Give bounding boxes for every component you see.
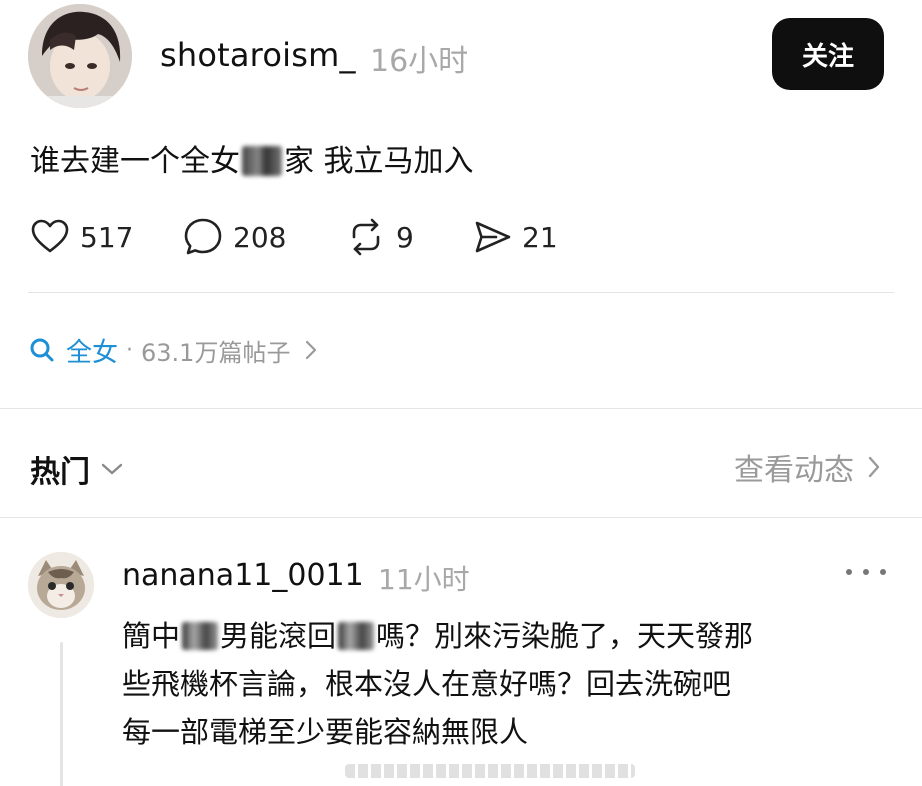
speech-bubble-icon [184,218,222,255]
reply-text-segment: 男能滾回 [220,619,337,653]
repost-count: 9 [396,220,414,254]
post-text: 谁去建一个全女 家 我立马加入 [30,136,474,180]
share-button[interactable]: 21 [470,212,558,262]
post-time: 16小时 [370,44,469,79]
sort-dropdown[interactable]: 热门 [30,447,124,491]
post-username[interactable]: shotaroism_ [160,36,356,74]
chevron-down-icon [101,463,123,475]
chevron-right-icon [868,456,880,478]
reply-item: nanana11_0011 11小时 簡中 男能滾回 嗎？別來污染脆了，天天發那 些… [0,518,922,786]
post-text-start: 谁去建一个全女 [30,144,240,179]
reply-username[interactable]: nanana11_0011 [122,558,364,593]
action-bar: 517 208 9 21 [28,212,888,262]
search-icon [30,338,54,362]
post-text-end: 家 我立马加入 [284,144,474,179]
more-options-button[interactable] [846,562,886,582]
more-dots-icon [863,569,869,575]
like-count: 517 [80,220,134,254]
topic-link[interactable]: 全女 · 63.1万篇帖子 [28,330,318,370]
topic-name: 全女 [66,337,119,368]
repost-icon [352,218,380,256]
reply-text-segment: 嗎？別來污染脆了，天天發那 [376,619,754,653]
share-count: 21 [522,220,558,254]
topic-post-count: 63.1万篇帖子 [141,338,291,367]
post-card: shotaroism_ 16小时 关注 谁去建一个全女 家 我立马加入 517 2… [0,0,922,408]
sort-label: 热门 [30,455,90,490]
heart-icon [31,219,69,253]
repost-button[interactable]: 9 [344,212,414,262]
send-icon [475,221,511,253]
more-dots-icon [880,569,886,575]
topic-separator: · [126,337,134,363]
reply-text: 簡中 男能滾回 嗎？別來污染脆了，天天發那 些飛機杯言論，根本沒人在意好嗎？回去洗碗… [122,612,912,756]
reply-line: 簡中 男能滾回 嗎？別來污染脆了，天天發那 [122,612,912,660]
thread-line [60,642,63,786]
reply-button[interactable]: 208 [181,212,286,262]
redaction-mark [338,622,375,650]
view-activity-label: 查看动态 [734,453,854,488]
reply-count: 208 [233,220,287,254]
like-button[interactable]: 517 [28,212,133,262]
more-dots-icon [846,569,852,575]
reply-text-segment: 簡中 [122,619,181,653]
redaction-mark [182,622,219,650]
chevron-right-icon [306,340,317,360]
avatar[interactable] [28,552,94,618]
reply-time: 11小时 [378,563,470,596]
follow-button[interactable]: 关注 [772,18,884,90]
redaction-mark [242,146,282,176]
divider [28,292,894,293]
replies-header: 热门 查看动态 [0,408,922,518]
watermark [345,764,635,778]
view-activity-link[interactable]: 查看动态 [734,445,882,489]
avatar[interactable] [28,4,132,108]
reply-line: 每一部電梯至少要能容納無限人 [122,715,529,749]
reply-line: 些飛機杯言論，根本沒人在意好嗎？回去洗碗吧 [122,667,732,701]
